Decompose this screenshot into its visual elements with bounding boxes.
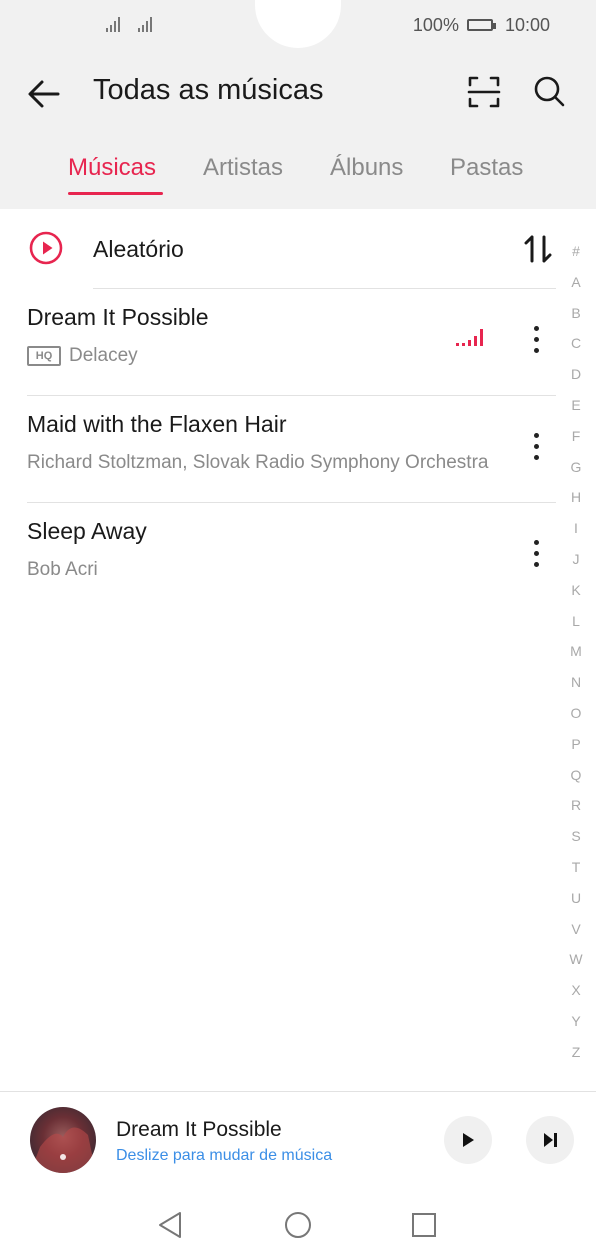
tab-artists[interactable]: Artistas	[203, 154, 283, 182]
scan-icon	[467, 76, 501, 108]
nav-back-button[interactable]	[150, 1205, 190, 1245]
album-art	[30, 1107, 96, 1173]
alphabet-letter[interactable]: X	[562, 975, 590, 1006]
signal-icon-2	[138, 14, 152, 32]
alphabet-letter[interactable]: K	[562, 575, 590, 606]
alphabet-letter[interactable]: V	[562, 914, 590, 945]
status-bar: 100% 10:00	[0, 0, 596, 50]
song-row[interactable]: Maid with the Flaxen Hair Richard Stoltz…	[0, 395, 560, 502]
swipe-hint: Deslize para mudar de música	[116, 1147, 333, 1164]
song-row[interactable]: Dream It Possible HQ Delacey	[0, 288, 560, 395]
alphabet-letter[interactable]: N	[562, 667, 590, 698]
status-right: 100% 10:00	[413, 14, 550, 36]
play-circle-icon	[29, 231, 63, 265]
tab-albums[interactable]: Álbuns	[330, 154, 403, 182]
song-title: Maid with the Flaxen Hair	[27, 411, 287, 437]
next-button[interactable]	[526, 1116, 574, 1164]
shuffle-label: Aleatório	[93, 236, 184, 262]
now-playing-title: Dream It Possible	[116, 1118, 282, 1141]
alphabet-letter[interactable]: D	[562, 359, 590, 390]
song-artist: Bob Acri	[27, 559, 98, 580]
song-row[interactable]: Sleep Away Bob Acri	[0, 502, 560, 609]
skip-next-icon	[544, 1133, 557, 1147]
song-artist: Richard Stoltzman, Slovak Radio Symphony…	[27, 452, 489, 473]
now-playing-bars-icon	[456, 328, 483, 346]
alphabet-letter[interactable]: E	[562, 390, 590, 421]
alphabet-letter[interactable]: U	[562, 883, 590, 914]
tab-bar: Músicas Artistas Álbuns Pastas	[0, 148, 596, 198]
nav-recents-button[interactable]	[404, 1205, 444, 1245]
triangle-back-icon	[159, 1212, 181, 1238]
alphabet-letter[interactable]: B	[562, 298, 590, 329]
alphabet-letter[interactable]: F	[562, 421, 590, 452]
alphabet-letter[interactable]: Z	[562, 1037, 590, 1068]
tab-folders[interactable]: Pastas	[450, 154, 523, 182]
alphabet-letter[interactable]: A	[562, 267, 590, 298]
alphabet-letter[interactable]: O	[562, 698, 590, 729]
song-title: Sleep Away	[27, 518, 147, 544]
alphabet-letter[interactable]: T	[562, 852, 590, 883]
arrow-left-icon	[28, 80, 60, 108]
play-button[interactable]	[444, 1116, 492, 1164]
tab-songs[interactable]: Músicas	[68, 154, 156, 182]
alphabet-letter[interactable]: R	[562, 790, 590, 821]
battery-icon	[466, 19, 496, 31]
sort-button[interactable]	[518, 229, 558, 269]
active-tab-indicator	[68, 192, 163, 195]
alphabet-letter[interactable]: I	[562, 513, 590, 544]
alphabet-letter[interactable]: G	[562, 452, 590, 483]
circle-home-icon	[285, 1212, 311, 1238]
alphabet-letter[interactable]: W	[562, 944, 590, 975]
alphabet-letter[interactable]: M	[562, 636, 590, 667]
alphabet-letter[interactable]: P	[562, 729, 590, 760]
scan-button[interactable]	[462, 70, 506, 114]
hq-badge: HQ	[27, 346, 61, 366]
alphabet-letter[interactable]: #	[562, 236, 590, 267]
search-icon	[534, 76, 565, 107]
more-options-button[interactable]	[520, 320, 552, 360]
alphabet-letter[interactable]: L	[562, 606, 590, 637]
song-artist: Delacey	[69, 345, 138, 366]
alphabet-letter[interactable]: H	[562, 482, 590, 513]
more-options-button[interactable]	[520, 534, 552, 574]
battery-percent: 100%	[412, 14, 459, 35]
alphabet-index[interactable]: # A B C D E F G H I J K L M N O P Q R S T U V W X Y Z	[562, 236, 590, 1068]
more-options-button[interactable]	[520, 427, 552, 467]
alphabet-letter[interactable]: Q	[562, 760, 590, 791]
signal-icon	[106, 14, 120, 32]
page-title: Todas as músicas	[93, 74, 324, 106]
mini-player[interactable]: Dream It Possible Deslize para mudar de …	[0, 1091, 596, 1192]
alphabet-letter[interactable]: S	[562, 821, 590, 852]
alphabet-letter[interactable]: C	[562, 328, 590, 359]
sort-icon	[524, 235, 552, 263]
nav-home-button[interactable]	[278, 1205, 318, 1245]
alphabet-letter[interactable]: J	[562, 544, 590, 575]
square-recents-icon	[412, 1213, 436, 1237]
song-title: Dream It Possible	[27, 304, 209, 330]
alphabet-letter[interactable]: Y	[562, 1006, 590, 1037]
play-icon	[463, 1133, 474, 1147]
clock: 10:00	[504, 14, 550, 35]
album-cover[interactable]	[30, 1107, 96, 1173]
back-button[interactable]	[22, 70, 70, 118]
shuffle-row[interactable]: Aleatório	[0, 209, 560, 289]
search-button[interactable]	[527, 70, 571, 114]
system-nav-bar	[0, 1190, 596, 1260]
app-bar: Todas as músicas	[0, 60, 596, 124]
